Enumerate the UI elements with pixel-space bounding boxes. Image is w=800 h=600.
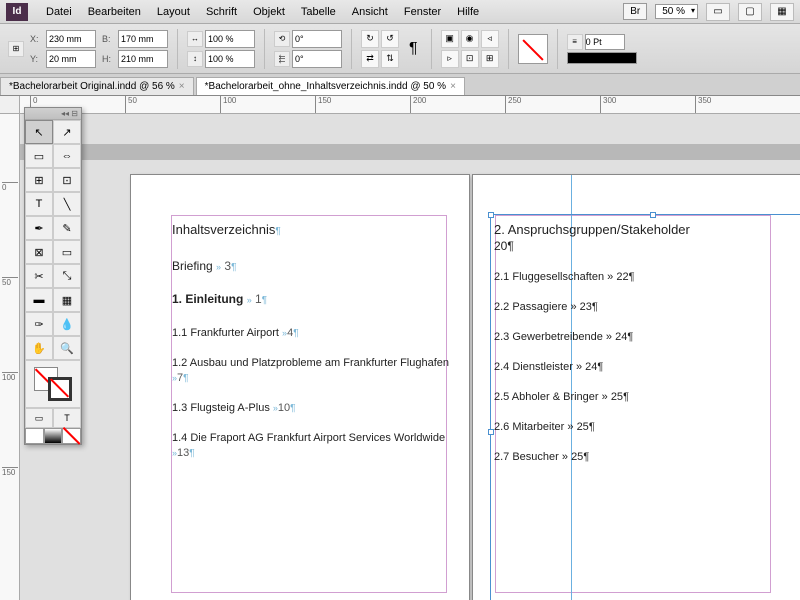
apply-gradient[interactable] [44, 428, 63, 444]
select-prev-icon[interactable]: ◃ [481, 30, 499, 48]
screen-mode-icon[interactable]: ▢ [738, 3, 762, 21]
toc-entry: 2.2 Passagiere » 23¶ [494, 301, 794, 313]
toc-entry: 1.1 Frankfurter Airport »4¶ [172, 326, 462, 340]
stroke-style-dropdown[interactable] [567, 52, 637, 64]
scale-y-icon: ↕ [187, 51, 203, 67]
pencil-tool[interactable]: ✎ [53, 216, 81, 240]
fill-stroke-swatch[interactable] [518, 34, 548, 64]
zoom-tool[interactable]: 🔍 [53, 336, 81, 360]
rotate-cw-icon[interactable]: ↻ [361, 30, 379, 48]
pen-tool[interactable]: ✒ [25, 216, 53, 240]
formatting-container-icon[interactable]: ▭ [25, 408, 53, 428]
canvas[interactable]: Inhaltsverzeichnis¶ Briefing » 3¶1. Einl… [20, 114, 800, 600]
rectangle-frame-tool[interactable]: ⊠ [25, 240, 53, 264]
close-tab-icon[interactable]: × [179, 81, 185, 92]
line-tool[interactable]: ╲ [53, 192, 81, 216]
width-input[interactable] [118, 30, 168, 48]
menu-ansicht[interactable]: Ansicht [344, 2, 396, 22]
flip-v-icon[interactable]: ⇅ [381, 50, 399, 68]
close-tab-icon[interactable]: × [450, 81, 456, 92]
pasteboard-band [20, 144, 800, 160]
toc-entry: 2.5 Abholer & Bringer » 25¶ [494, 391, 794, 403]
toc-entry: 1. Einleitung » 1¶ [172, 292, 462, 308]
toc-frame-right[interactable]: 2. Anspruchsgruppen/Stakeholder 20¶ 2.1 … [494, 222, 794, 481]
rotate-ccw-icon[interactable]: ↺ [381, 30, 399, 48]
menu-fenster[interactable]: Fenster [396, 2, 449, 22]
stroke-weight-icon: ≡ [567, 34, 583, 50]
height-input[interactable] [118, 50, 168, 68]
toc-entry: 2.4 Dienstleister » 24¶ [494, 361, 794, 373]
menu-tabelle[interactable]: Tabelle [293, 2, 344, 22]
workspace: 050100150200250300350 050100150 Inhaltsv… [0, 96, 800, 600]
arrange-icon[interactable]: ▦ [770, 3, 794, 21]
zoom-dropdown[interactable]: 50 % [655, 4, 698, 19]
rotate-input[interactable] [292, 30, 342, 48]
gradient-swatch-tool[interactable]: ▬ [25, 288, 53, 312]
toc-entry: 2.6 Mitarbeiter » 25¶ [494, 421, 794, 433]
menu-hilfe[interactable]: Hilfe [449, 2, 487, 22]
toc-entry: 1.4 Die Fraport AG Frankfurt Airport Ser… [172, 431, 462, 460]
formatting-text-icon[interactable]: T [53, 408, 81, 428]
fit-content-icon[interactable]: ⊡ [461, 50, 479, 68]
document-tabs: *Bachelorarbeit Original.indd @ 56 %×*Ba… [0, 74, 800, 96]
toc-entry: 1.3 Flugsteig A-Plus »10¶ [172, 401, 462, 415]
select-content-icon[interactable]: ◉ [461, 30, 479, 48]
reference-point-icon[interactable]: ⊞ [8, 41, 24, 57]
select-next-icon[interactable]: ▹ [441, 50, 459, 68]
scale-x-icon: ↔ [187, 31, 203, 47]
toolbox-collapse[interactable]: ◂◂ ⊟ [25, 108, 81, 120]
type-tool[interactable]: T [25, 192, 53, 216]
note-tool[interactable]: ✑ [25, 312, 53, 336]
toc-entry: 2.7 Besucher » 25¶ [494, 451, 794, 463]
toc-frame-left[interactable]: Inhaltsverzeichnis¶ Briefing » 3¶1. Einl… [172, 222, 462, 476]
direct-selection-tool[interactable]: ↗ [53, 120, 81, 144]
hand-tool[interactable]: ✋ [25, 336, 53, 360]
rectangle-tool[interactable]: ▭ [53, 240, 81, 264]
control-bar: ⊞ X: Y: B: H: ↔ ↕ ⟲ ⬱ ↻ ↺ ⇄ ⇅ ¶ ▣ ◉ ◃ [0, 24, 800, 74]
toc-entry: Briefing » 3¶ [172, 259, 462, 275]
bridge-button[interactable]: Br [623, 3, 647, 20]
flip-h-icon[interactable]: ⇄ [361, 50, 379, 68]
view-mode-icon[interactable]: ▭ [706, 3, 730, 21]
y-input[interactable] [46, 50, 96, 68]
apply-none[interactable] [62, 428, 81, 444]
menu-layout[interactable]: Layout [149, 2, 198, 22]
page-tool[interactable]: ▭ [25, 144, 53, 168]
toolbox: ◂◂ ⊟ ↖ ↗ ▭ ⇔ ⊞ ⊡ T ╲ ✒ ✎ ⊠ ▭ ✂ ⤡ ▬ ▦ ✑ 💧… [24, 107, 82, 445]
menu-bearbeiten[interactable]: Bearbeiten [80, 2, 149, 22]
fit-frame-icon[interactable]: ⊞ [481, 50, 499, 68]
select-container-icon[interactable]: ▣ [441, 30, 459, 48]
toc-entry: 1.2 Ausbau und Platzprobleme am Frankfur… [172, 356, 462, 385]
free-transform-tool[interactable]: ⤡ [53, 264, 81, 288]
ruler-origin[interactable] [0, 96, 20, 114]
document-tab[interactable]: *Bachelorarbeit_ohne_Inhaltsverzeichnis.… [196, 77, 465, 95]
shear-icon: ⬱ [274, 51, 290, 67]
scissors-tool[interactable]: ✂ [25, 264, 53, 288]
ruler-vertical[interactable]: 050100150 [0, 114, 20, 600]
scale-x-input[interactable] [205, 30, 255, 48]
content-collector-tool[interactable]: ⊞ [25, 168, 53, 192]
stroke-weight-input[interactable] [585, 34, 625, 50]
toc-entry: 2.1 Fluggesellschaften » 22¶ [494, 271, 794, 283]
apply-color[interactable] [25, 428, 44, 444]
rotate-icon: ⟲ [274, 31, 290, 47]
menu-objekt[interactable]: Objekt [245, 2, 293, 22]
gap-tool[interactable]: ⇔ [53, 144, 81, 168]
document-tab[interactable]: *Bachelorarbeit Original.indd @ 56 %× [0, 77, 194, 95]
fill-stroke-proxy[interactable] [25, 360, 81, 408]
paragraph-indicator-icon: ¶ [409, 40, 418, 58]
scale-y-input[interactable] [205, 50, 255, 68]
eyedropper-tool[interactable]: 💧 [53, 312, 81, 336]
selection-tool[interactable]: ↖ [25, 120, 53, 144]
menu-schrift[interactable]: Schrift [198, 2, 245, 22]
toc-entry: 2.3 Gewerbetreibende » 24¶ [494, 331, 794, 343]
shear-input[interactable] [292, 50, 342, 68]
app-logo: Id [6, 3, 28, 21]
x-input[interactable] [46, 30, 96, 48]
content-placer-tool[interactable]: ⊡ [53, 168, 81, 192]
menu-datei[interactable]: Datei [38, 2, 80, 22]
gradient-feather-tool[interactable]: ▦ [53, 288, 81, 312]
ruler-horizontal[interactable]: 050100150200250300350 [20, 96, 800, 114]
menubar: Id DateiBearbeitenLayoutSchriftObjektTab… [0, 0, 800, 24]
